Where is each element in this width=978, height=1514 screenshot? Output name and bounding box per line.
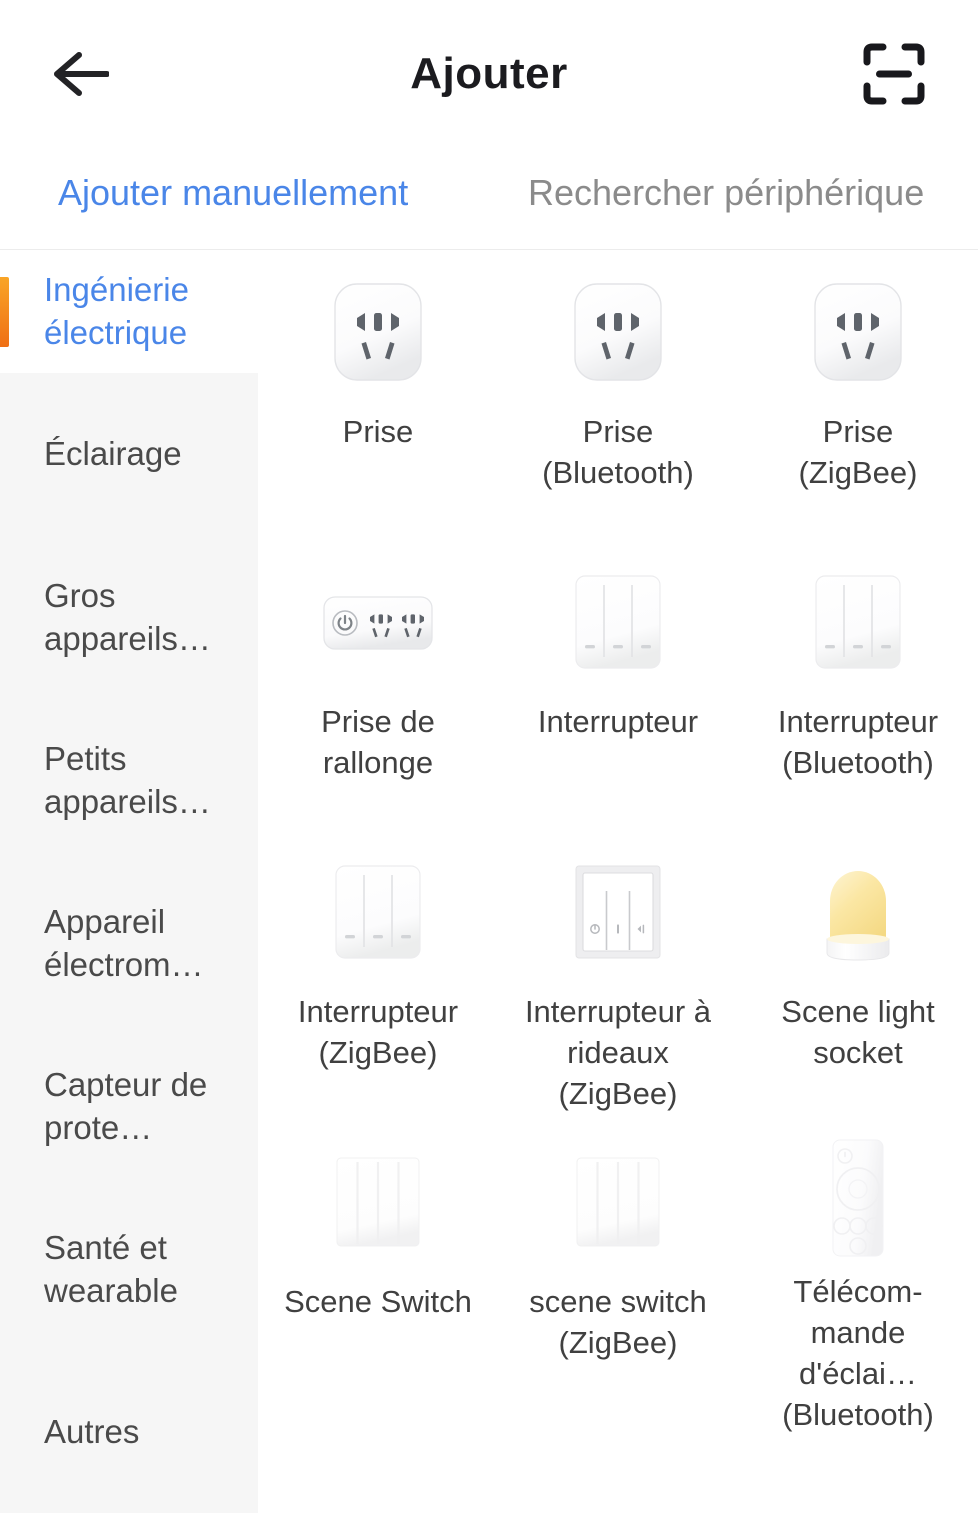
tab-bar: Ajouter manuellement Rechercher périphér… bbox=[0, 148, 978, 250]
device-item-socket-bluetooth[interactable]: Prise (Bluetooth) bbox=[498, 268, 738, 558]
device-item-switch-zigbee[interactable]: Interrupteur (ZigBee) bbox=[258, 848, 498, 1138]
device-item-power-strip[interactable]: Prise de rallonge bbox=[258, 558, 498, 848]
device-item-socket[interactable]: Prise bbox=[258, 268, 498, 558]
device-label: Scene Switch bbox=[284, 1284, 472, 1319]
remote-control-icon bbox=[738, 1138, 978, 1258]
device-grid-panel: Prise Prise (Bluetooth) Prise (ZigBee) P… bbox=[258, 250, 978, 1513]
arrow-left-icon bbox=[54, 52, 109, 96]
category-sidebar: Ingénierie électrique Éclairage Gros app… bbox=[0, 250, 258, 1513]
page-title: Ajouter bbox=[410, 49, 568, 98]
scene-switch-icon bbox=[258, 1138, 498, 1268]
device-item-socket-zigbee[interactable]: Prise (ZigBee) bbox=[738, 268, 978, 558]
sidebar-item-others[interactable]: Autres bbox=[0, 1351, 258, 1514]
sidebar-item-electrical-engineering[interactable]: Ingénierie électrique bbox=[0, 250, 258, 373]
sidebar-item-health-wearable[interactable]: Santé et wearable bbox=[0, 1188, 258, 1351]
sidebar-item-label: Appareil électrom… bbox=[44, 903, 204, 983]
sidebar-item-lighting[interactable]: Éclairage bbox=[0, 373, 258, 536]
device-item-curtain-switch-zigbee[interactable]: Interrupteur à rideaux (ZigBee) bbox=[498, 848, 738, 1138]
device-item-scene-switch[interactable]: Scene Switch bbox=[258, 1138, 498, 1428]
device-label: Interrupteur (ZigBee) bbox=[297, 994, 459, 1070]
device-label: Prise de rallonge bbox=[321, 704, 435, 780]
sidebar-item-label: Éclairage bbox=[44, 435, 182, 473]
device-label: Interrupteur (Bluetooth) bbox=[777, 704, 939, 780]
sidebar-item-label: Petits appareils… bbox=[44, 740, 211, 820]
sidebar-item-large-appliances[interactable]: Gros appareils… bbox=[0, 536, 258, 699]
device-label: Prise bbox=[342, 414, 414, 449]
device-item-scene-switch-zigbee[interactable]: scene switch (ZigBee) bbox=[498, 1138, 738, 1428]
curtain-switch-icon bbox=[498, 848, 738, 978]
power-strip-icon bbox=[258, 558, 498, 688]
wall-switch-icon bbox=[258, 848, 498, 978]
app-header: Ajouter bbox=[0, 0, 978, 148]
sidebar-item-protection-sensor[interactable]: Capteur de prote… bbox=[0, 1025, 258, 1188]
sidebar-item-label: Capteur de prote… bbox=[44, 1066, 208, 1146]
device-item-switch[interactable]: Interrupteur bbox=[498, 558, 738, 848]
device-item-scene-light-socket[interactable]: Scene light socket bbox=[738, 848, 978, 1138]
active-indicator-bar bbox=[0, 276, 9, 347]
device-label: Interrupteur à rideaux (ZigBee) bbox=[524, 994, 712, 1111]
wall-switch-icon bbox=[738, 558, 978, 688]
socket-icon bbox=[498, 268, 738, 398]
device-label: Interrupteur bbox=[537, 704, 699, 739]
device-item-light-remote-bluetooth[interactable]: Télécom- mande d'éclai… (Bluetooth) bbox=[738, 1138, 978, 1432]
device-label: Prise (ZigBee) bbox=[798, 414, 918, 490]
tab-add-manually[interactable]: Ajouter manuellement bbox=[58, 172, 408, 214]
sidebar-item-household-appliance[interactable]: Appareil électrom… bbox=[0, 862, 258, 1025]
sidebar-item-label: Santé et wearable bbox=[44, 1229, 178, 1309]
sidebar-item-small-appliances[interactable]: Petits appareils… bbox=[0, 699, 258, 862]
sidebar-item-label: Autres bbox=[44, 1413, 140, 1451]
content-area: Ingénierie électrique Éclairage Gros app… bbox=[0, 250, 978, 1513]
light-socket-icon bbox=[738, 848, 978, 978]
scan-button[interactable] bbox=[852, 32, 936, 116]
device-label: Prise (Bluetooth) bbox=[542, 414, 694, 490]
wall-switch-icon bbox=[498, 558, 738, 688]
device-item-switch-bluetooth[interactable]: Interrupteur (Bluetooth) bbox=[738, 558, 978, 848]
device-label: Télécom- mande d'éclai… (Bluetooth) bbox=[782, 1274, 934, 1432]
scan-qr-icon bbox=[863, 43, 925, 105]
device-label: scene switch (ZigBee) bbox=[529, 1284, 707, 1360]
back-button[interactable] bbox=[40, 34, 122, 114]
add-device-screen: Ajouter Ajouter manuellement Rechercher … bbox=[0, 0, 978, 1514]
device-grid: Prise Prise (Bluetooth) Prise (ZigBee) P… bbox=[258, 250, 978, 1432]
device-label: Scene light socket bbox=[781, 994, 935, 1070]
sidebar-item-label: Gros appareils… bbox=[44, 577, 211, 657]
socket-icon bbox=[258, 268, 498, 398]
sidebar-item-label: Ingénierie électrique bbox=[44, 271, 189, 351]
tab-search-device[interactable]: Rechercher périphérique bbox=[528, 172, 924, 214]
scene-switch-icon bbox=[498, 1138, 738, 1268]
socket-icon bbox=[738, 268, 978, 398]
